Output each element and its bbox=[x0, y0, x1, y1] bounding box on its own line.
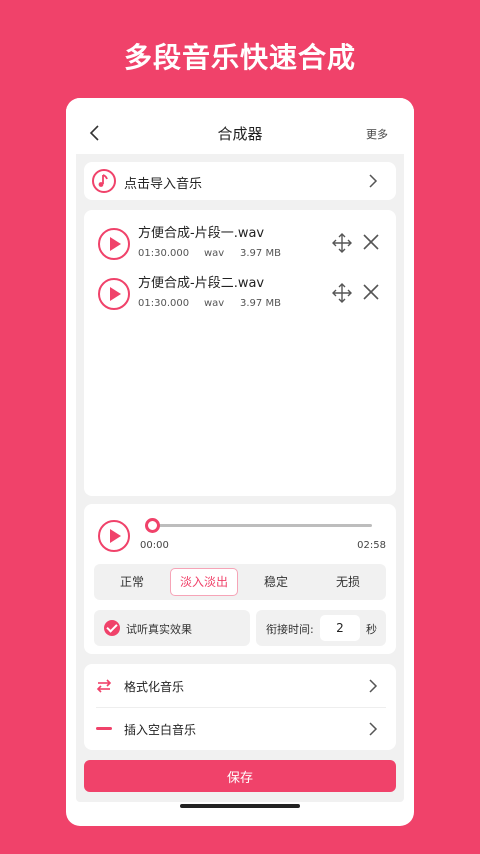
app-bar: 合成器 更多 bbox=[66, 98, 414, 154]
track-size: 3.97 MB bbox=[240, 248, 281, 259]
play-icon[interactable] bbox=[98, 228, 130, 260]
mode-option-fade[interactable]: 淡入淡出 bbox=[170, 568, 238, 596]
track-item[interactable]: 方便合成-片段二.wav 01:30.000 wav 3.97 MB bbox=[84, 268, 396, 314]
content-area: 点击导入音乐 方便合成-片段一.wav 01:30.000 wav 3.97 M… bbox=[76, 154, 404, 802]
preview-toggle[interactable]: 试听真实效果 bbox=[94, 610, 250, 646]
chevron-right-icon bbox=[369, 722, 378, 736]
mode-option-stable[interactable]: 稳定 bbox=[242, 568, 310, 596]
menu-item-insert-blank[interactable]: 插入空白音乐 bbox=[84, 707, 396, 750]
track-list: 方便合成-片段一.wav 01:30.000 wav 3.97 MB 方便合成-… bbox=[84, 210, 396, 496]
preview-label: 试听真实效果 bbox=[126, 623, 192, 636]
track-duration: 01:30.000 bbox=[138, 248, 190, 259]
import-music-row[interactable]: 点击导入音乐 bbox=[84, 162, 396, 200]
swap-arrows-icon bbox=[96, 679, 112, 693]
gap-time-box: 衔接时间: 秒 bbox=[256, 610, 386, 646]
play-icon[interactable] bbox=[98, 520, 130, 552]
track-size: 3.97 MB bbox=[240, 298, 281, 309]
phone-frame: 合成器 更多 点击导入音乐 方便合成-片段一.wav 01:30.000 wav… bbox=[66, 98, 414, 826]
import-music-label: 点击导入音乐 bbox=[124, 177, 203, 192]
dash-icon bbox=[96, 727, 112, 730]
close-icon[interactable] bbox=[362, 283, 380, 301]
menu-list: 格式化音乐 插入空白音乐 bbox=[84, 664, 396, 750]
current-time: 00:00 bbox=[140, 540, 169, 551]
check-icon[interactable] bbox=[104, 620, 120, 636]
track-format: wav bbox=[204, 298, 225, 309]
mode-selector: 正常 淡入淡出 稳定 无损 bbox=[94, 564, 386, 600]
page-title: 合成器 bbox=[217, 125, 263, 143]
close-icon[interactable] bbox=[362, 233, 380, 251]
home-indicator bbox=[180, 804, 300, 808]
track-duration: 01:30.000 bbox=[138, 298, 190, 309]
chevron-right-icon bbox=[369, 174, 378, 188]
menu-item-format-music[interactable]: 格式化音乐 bbox=[84, 664, 396, 708]
move-icon[interactable] bbox=[332, 233, 352, 253]
mode-option-lossless[interactable]: 无损 bbox=[314, 568, 382, 596]
progress-slider[interactable] bbox=[145, 518, 372, 533]
track-name: 方便合成-片段一.wav bbox=[138, 226, 265, 241]
move-icon[interactable] bbox=[332, 283, 352, 303]
chevron-right-icon bbox=[369, 679, 378, 693]
track-name: 方便合成-片段二.wav bbox=[138, 276, 265, 291]
progress-handle[interactable] bbox=[145, 518, 160, 533]
mode-option-normal[interactable]: 正常 bbox=[98, 568, 166, 596]
gap-time-label: 衔接时间: bbox=[266, 623, 314, 636]
play-icon[interactable] bbox=[98, 278, 130, 310]
total-time: 02:58 bbox=[357, 540, 386, 551]
player-panel: 00:00 02:58 正常 淡入淡出 稳定 无损 试听真实效果 衔接时间: 秒 bbox=[84, 504, 396, 654]
menu-item-label: 格式化音乐 bbox=[124, 680, 185, 694]
track-item[interactable]: 方便合成-片段一.wav 01:30.000 wav 3.97 MB bbox=[84, 218, 396, 264]
gap-time-unit: 秒 bbox=[366, 623, 377, 636]
music-note-icon bbox=[92, 169, 116, 193]
promo-headline: 多段音乐快速合成 bbox=[123, 41, 356, 74]
more-button[interactable]: 更多 bbox=[366, 126, 388, 142]
track-format: wav bbox=[204, 248, 225, 259]
gap-time-input[interactable] bbox=[320, 615, 360, 641]
menu-item-label: 插入空白音乐 bbox=[124, 723, 197, 737]
save-button[interactable]: 保存 bbox=[84, 760, 396, 792]
